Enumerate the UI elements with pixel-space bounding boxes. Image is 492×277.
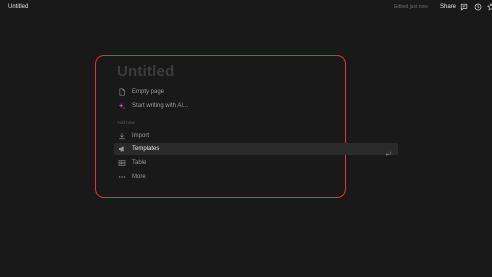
start-writing-with-ai-option[interactable]: Start writing with AI... [117, 100, 188, 111]
table-icon [117, 158, 126, 167]
clock-icon[interactable] [474, 3, 482, 11]
document-icon [117, 87, 126, 96]
templates-option[interactable]: Templates [114, 143, 398, 156]
more-label: More [132, 173, 146, 180]
megaphone-icon [117, 145, 126, 154]
comment-icon[interactable] [460, 3, 468, 11]
enter-key-icon [384, 145, 392, 156]
import-label: Import [132, 132, 150, 139]
templates-label: Templates [132, 146, 160, 152]
more-option[interactable]: More [117, 171, 146, 182]
empty-page-label: Empty page [132, 88, 165, 95]
add-new-section-label: Add new [117, 120, 135, 125]
breadcrumb-page-title[interactable]: Untitled [8, 4, 28, 10]
ellipsis-icon [117, 172, 126, 181]
download-icon [117, 131, 126, 140]
import-option[interactable]: Import [117, 130, 149, 141]
top-bar: Untitled Edited just now Share [0, 0, 492, 16]
share-button[interactable]: Share [440, 4, 456, 10]
start-writing-with-ai-label: Start writing with AI... [132, 102, 189, 109]
sparkle-icon [117, 101, 126, 110]
star-icon[interactable] [487, 3, 492, 11]
edited-status: Edited just now [394, 4, 428, 10]
table-label: Table [132, 159, 147, 166]
page-title-placeholder[interactable]: Untitled [117, 63, 174, 80]
table-option[interactable]: Table [117, 157, 146, 168]
empty-page-option[interactable]: Empty page [117, 86, 164, 97]
